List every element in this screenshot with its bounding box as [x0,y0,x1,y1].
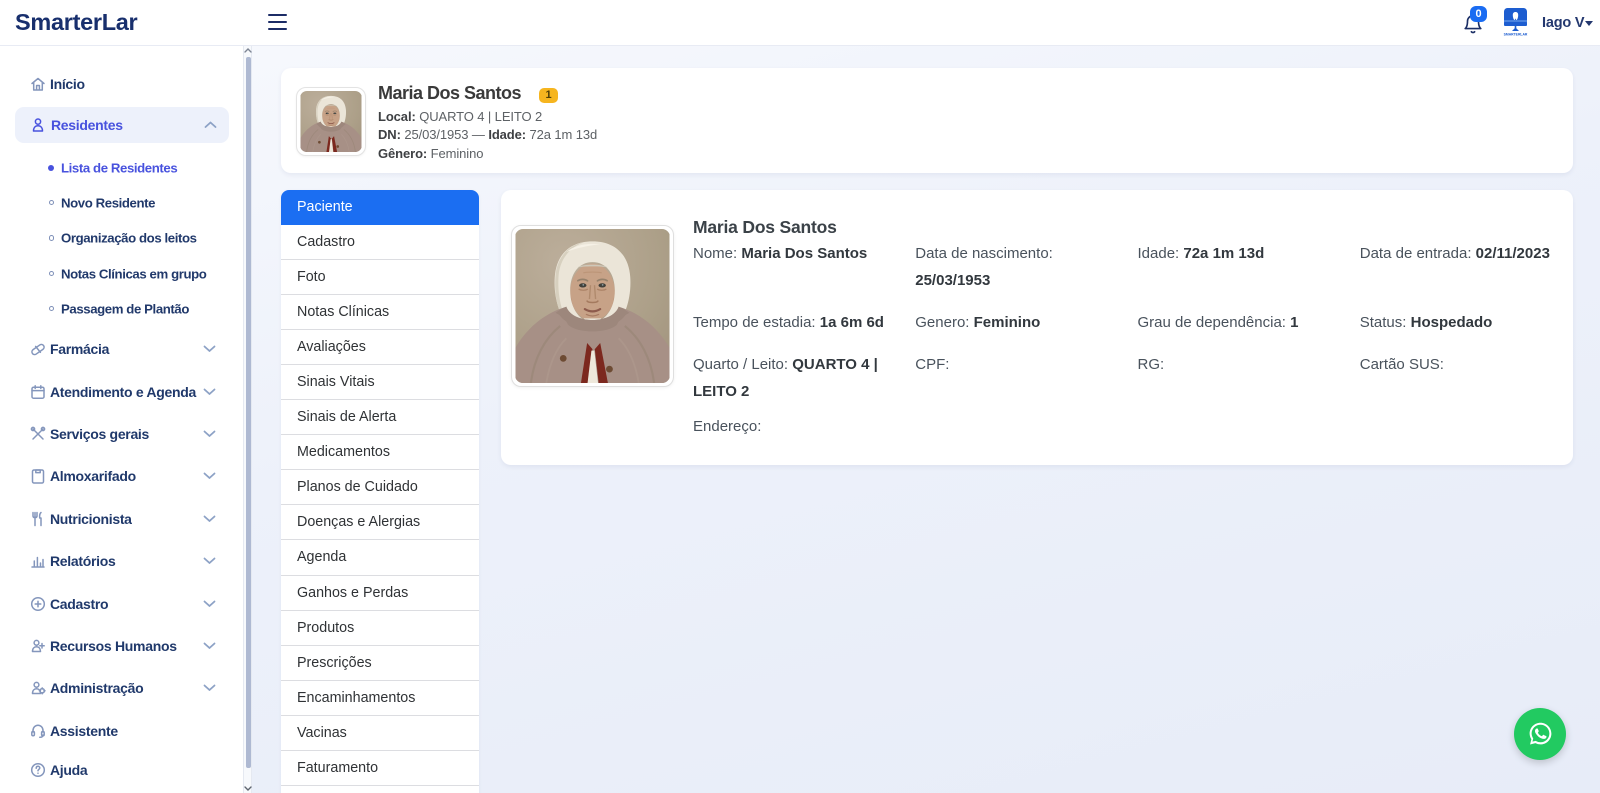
svg-text:SMARTERLAR: SMARTERLAR [1504,33,1528,37]
